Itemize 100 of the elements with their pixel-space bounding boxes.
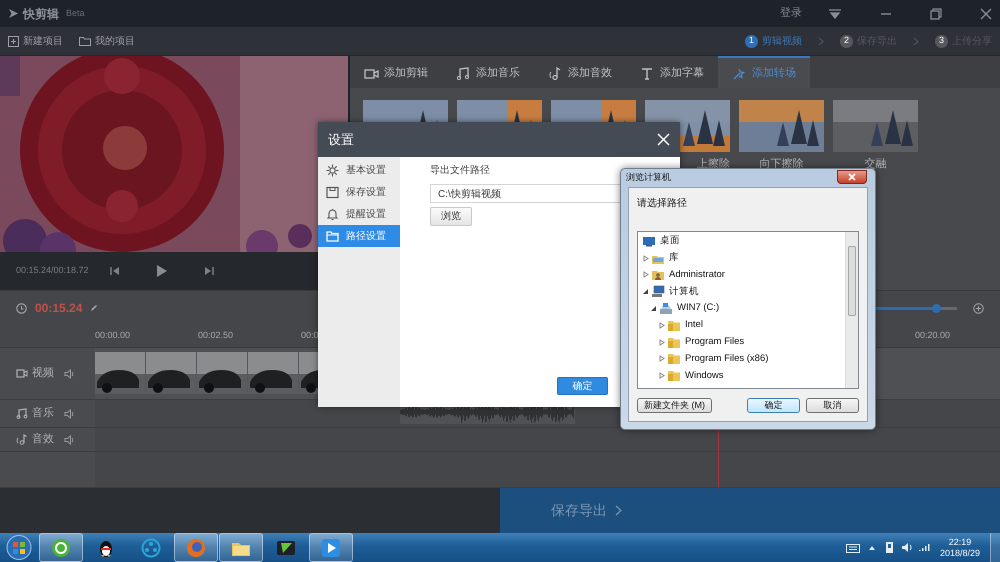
ruler-label: 00:02.50: [198, 329, 234, 342]
ruler-label: 00:00.00: [95, 329, 132, 342]
tree-item[interactable]: WIN7 (C:): [677, 301, 720, 316]
music-note-icon: [16, 408, 28, 419]
gear-icon: [326, 164, 339, 176]
tab[interactable]: 添加音乐: [442, 56, 534, 88]
sound-note-icon: [16, 434, 28, 445]
clock-icon: [16, 302, 27, 314]
signal-icon[interactable]: [918, 543, 930, 552]
settings-nav-item[interactable]: 提醒设置: [318, 203, 400, 225]
tree-item[interactable]: 计算机: [669, 284, 699, 299]
tree-item[interactable]: Administrator: [669, 268, 725, 282]
close-button[interactable]: [837, 170, 867, 184]
drive-icon: [659, 302, 673, 316]
dialog-button[interactable]: 确定: [747, 398, 800, 413]
folder-icon: [667, 336, 681, 349]
sound-note-icon: [548, 66, 563, 80]
music-note-icon: [456, 66, 471, 80]
step-number: 1: [745, 34, 758, 48]
dropdown-icon[interactable]: [828, 8, 842, 18]
chevron-icon: [818, 36, 824, 46]
track-label: 音效: [32, 432, 55, 448]
dialog-title: 设置: [328, 130, 354, 149]
next-icon[interactable]: [204, 266, 214, 276]
monitor-icon: [642, 234, 656, 248]
video-camera-icon: [16, 368, 28, 379]
field-label: 导出文件路径: [430, 164, 490, 178]
folder-icon: [326, 230, 339, 242]
play-icon[interactable]: [156, 264, 168, 278]
transition-name: 交融: [864, 156, 886, 172]
chevron-icon: [615, 505, 622, 516]
step-number: 2: [840, 34, 853, 48]
version-label: Beta: [66, 6, 85, 20]
play-app-icon[interactable]: [321, 538, 341, 558]
previous-icon[interactable]: [110, 266, 120, 276]
speaker-icon[interactable]: [64, 368, 75, 378]
dialog-button[interactable]: 新建文件夹 (M): [637, 398, 712, 413]
logo-icon: [8, 8, 19, 19]
transition-name: 向下擦除: [760, 156, 804, 172]
keyboard-icon[interactable]: [846, 542, 860, 552]
text-icon: [640, 66, 655, 80]
tree-item[interactable]: Intel: [685, 318, 703, 332]
new-project-button[interactable]: 新建项目: [8, 34, 63, 48]
folder-icon: [79, 36, 91, 46]
scroll-thumb[interactable]: [848, 246, 856, 316]
ruler-label: 00:0: [301, 329, 320, 342]
save-icon: [326, 186, 339, 198]
tree-item[interactable]: 库: [669, 251, 679, 266]
folder-icon: [667, 369, 681, 382]
dialog-button[interactable]: 取消: [806, 398, 859, 413]
tree-item[interactable]: 桌面: [660, 234, 680, 249]
volume-icon[interactable]: [901, 542, 913, 553]
close-icon: [848, 173, 856, 181]
tab[interactable]: 添加音效: [534, 56, 626, 88]
tree-item[interactable]: Program Files: [685, 335, 744, 350]
tab[interactable]: 添加剪辑: [350, 56, 442, 88]
confirm-button[interactable]: 确定: [557, 377, 608, 395]
show-desktop-button[interactable]: [990, 533, 1000, 562]
track-label: 音乐: [32, 406, 55, 422]
speaker-icon[interactable]: [64, 408, 75, 418]
scrollbar[interactable]: [845, 232, 858, 388]
video-camera-icon: [364, 66, 379, 80]
pencil-icon[interactable]: [90, 304, 98, 312]
up-arrow-icon[interactable]: [868, 544, 876, 550]
bell-icon: [326, 208, 339, 220]
current-time: 00:15.24: [35, 300, 82, 317]
maximize-icon[interactable]: [930, 8, 942, 20]
my-projects-button[interactable]: 我的项目: [79, 34, 135, 48]
app-title: 快剪辑: [23, 6, 59, 22]
clock-time[interactable]: 22:19: [948, 537, 972, 548]
computer-icon: [651, 285, 665, 298]
plus-square-icon: [8, 36, 19, 46]
dialog-title: 浏览计算机: [626, 171, 671, 184]
login-link[interactable]: 登录: [780, 5, 802, 22]
transition-name: 上擦除: [697, 156, 730, 172]
clock-date[interactable]: 2018/8/29: [940, 548, 980, 558]
device-icon[interactable]: [884, 541, 895, 554]
folder-icon: [667, 318, 681, 332]
tree-item[interactable]: Windows: [685, 368, 724, 383]
chevron-icon: [913, 36, 919, 46]
settings-nav-item[interactable]: 保存设置: [318, 181, 400, 203]
film-reel-icon[interactable]: [141, 538, 161, 558]
folder-icon: [667, 352, 681, 366]
expander-icon[interactable]: [650, 305, 657, 312]
settings-nav-item[interactable]: 基本设置: [318, 159, 400, 181]
ruler-label: 00:20.00: [915, 329, 952, 342]
step-number: 3: [935, 34, 948, 48]
tab[interactable]: 添加字幕: [626, 56, 718, 88]
playback-time: 00:15.24/00:18.72: [16, 264, 90, 278]
track-label: 视频: [32, 366, 55, 382]
close-icon[interactable]: [980, 8, 992, 20]
user-folder-icon: [651, 268, 665, 282]
slider-thumb[interactable]: [932, 304, 942, 312]
browse-button[interactable]: 浏览: [430, 207, 472, 226]
zoom-in-icon[interactable]: [973, 302, 984, 314]
tree-item[interactable]: Program Files (x86): [685, 352, 768, 366]
step-label: 剪辑视频: [762, 34, 802, 48]
expander-icon[interactable]: [642, 288, 649, 296]
magic-wand-icon: [732, 66, 747, 80]
speaker-icon[interactable]: [64, 434, 75, 444]
